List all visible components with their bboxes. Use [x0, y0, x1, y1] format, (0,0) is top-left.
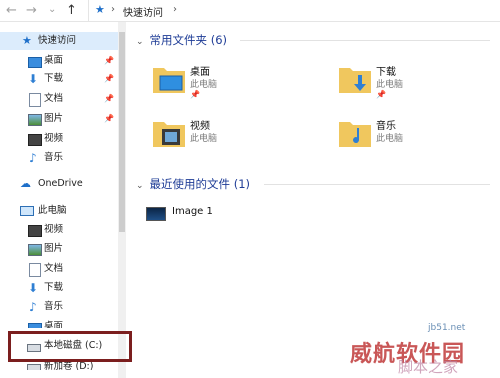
sidebar-item-videos[interactable]: 视频: [0, 130, 118, 148]
pictures-icon: [28, 244, 42, 256]
sidebar-item-label: 图片: [44, 243, 64, 254]
sidebar-item-label: 视频: [44, 224, 64, 235]
folder-tile-desktop[interactable]: 桌面 此电脑 📌: [152, 60, 302, 104]
drive-icon: [27, 364, 41, 370]
sidebar-item-downloads[interactable]: ⬇ 下载 📌: [0, 70, 118, 88]
scrollbar-thumb[interactable]: [119, 32, 125, 232]
folder-name: 视频: [190, 121, 210, 132]
pin-icon: 📌: [104, 74, 114, 83]
chevron-down-icon: ⌄: [136, 181, 144, 191]
desktop-icon: [28, 323, 42, 328]
divider: [264, 184, 490, 185]
download-arrow-icon: ⬇: [28, 72, 39, 86]
recent-file-name: Image 1: [172, 206, 213, 217]
group-title: 常用文件夹 (6): [149, 33, 227, 47]
sidebar-item-label: OneDrive: [38, 178, 83, 189]
breadcrumb-quick-access[interactable]: 快速访问: [123, 4, 163, 19]
recent-files-header[interactable]: ⌄ 最近使用的文件 (1): [136, 176, 490, 192]
image-thumbnail-icon: [146, 207, 166, 221]
sidebar-item-label: 音乐: [44, 301, 64, 312]
folder-location: 此电脑: [376, 80, 404, 90]
breadcrumb-separator[interactable]: ›: [111, 4, 115, 15]
divider: [240, 40, 490, 41]
address-bar[interactable]: ★ › 快速访问 ›: [88, 0, 500, 21]
sidebar-item-label: 桌面: [44, 321, 64, 328]
cloud-icon: ☁: [20, 177, 31, 190]
folder-tile-videos[interactable]: 视频 此电脑: [152, 114, 302, 158]
pin-icon: 📌: [104, 114, 114, 123]
sidebar-item-label: 文档: [44, 93, 64, 104]
sidebar-item-pc-downloads[interactable]: ⬇ 下载: [0, 279, 118, 297]
folder-name: 下载: [376, 67, 396, 78]
group-title: 最近使用的文件 (1): [149, 177, 250, 191]
folder-location: 此电脑: [190, 80, 218, 90]
star-icon: ★: [22, 34, 32, 47]
music-note-icon: ♪: [29, 151, 37, 165]
video-icon: [28, 134, 42, 146]
pin-icon: 📌: [104, 56, 114, 65]
sidebar-item-onedrive[interactable]: ☁ OneDrive: [0, 175, 118, 193]
pictures-icon: [28, 114, 42, 126]
document-icon: [29, 263, 41, 277]
video-icon: [28, 225, 42, 237]
watermark-url: jb51.net: [428, 323, 466, 333]
breadcrumb-separator[interactable]: ›: [173, 4, 177, 15]
desktop-folder-icon: [153, 68, 185, 93]
chevron-down-icon: ⌄: [136, 37, 144, 47]
sidebar-item-this-pc[interactable]: 此电脑: [0, 202, 118, 220]
sidebar-item-pc-pictures[interactable]: 图片: [0, 240, 118, 258]
folder-tile-music[interactable]: 音乐 此电脑: [338, 114, 488, 158]
sidebar-item-music[interactable]: ♪ 音乐: [0, 149, 118, 167]
sidebar-item-label: 下载: [44, 282, 64, 293]
folder-tile-downloads[interactable]: 下载 此电脑 📌: [338, 60, 488, 104]
sidebar-item-pc-documents[interactable]: 文档: [0, 260, 118, 278]
quick-access-star-icon: ★: [95, 3, 105, 16]
sidebar-item-desktop[interactable]: 桌面 📌: [0, 52, 118, 70]
sidebar-item-label: 音乐: [44, 152, 64, 163]
highlight-box: [8, 331, 132, 362]
folder-name: 桌面: [190, 67, 210, 78]
sidebar-item-label: 此电脑: [38, 205, 67, 216]
pin-icon: 📌: [104, 94, 114, 103]
folder-location: 此电脑: [376, 134, 404, 144]
sidebar-item-label: 下载: [44, 73, 64, 84]
sidebar-item-pc-music[interactable]: ♪ 音乐: [0, 298, 118, 316]
sidebar-item-pc-desktop[interactable]: 桌面: [0, 318, 118, 328]
watermark-site: 脚本之家: [398, 358, 459, 376]
recent-locations-button[interactable]: ⌄: [48, 2, 56, 18]
forward-button[interactable]: →: [26, 3, 37, 19]
downloads-folder-icon: [339, 68, 371, 93]
music-note-icon: ♪: [29, 300, 37, 314]
download-arrow-icon: ⬇: [28, 281, 39, 295]
sidebar-item-documents[interactable]: 文档 📌: [0, 90, 118, 108]
address-toolbar: ← → ⌄ ↑ ★ › 快速访问 ›: [0, 0, 500, 22]
sidebar-scrollbar[interactable]: [118, 22, 126, 378]
navigation-pane: ★ 快速访问 桌面 📌 ⬇ 下载 📌 文档 📌 图片 📌 视频 ♪ 音乐 ☁ O…: [0, 22, 126, 378]
sidebar-item-label: 视频: [44, 133, 64, 144]
sidebar-item-quick-access[interactable]: ★ 快速访问: [0, 32, 118, 50]
folder-location: 此电脑: [190, 134, 218, 144]
up-button[interactable]: ↑: [66, 3, 77, 19]
pin-icon: 📌: [376, 90, 386, 99]
sidebar-item-pictures[interactable]: 图片 📌: [0, 110, 118, 128]
videos-folder-icon: [153, 122, 185, 147]
music-folder-icon: [339, 122, 371, 147]
recent-file-item[interactable]: Image 1: [146, 204, 326, 224]
pin-icon: 📌: [190, 90, 200, 99]
frequent-folders-header[interactable]: ⌄ 常用文件夹 (6): [136, 32, 490, 48]
desktop-icon: [28, 57, 42, 68]
sidebar-item-pc-videos[interactable]: 视频: [0, 221, 118, 239]
sidebar-item-label: 桌面: [44, 55, 64, 66]
sidebar-item-label: 快速访问: [38, 35, 77, 46]
computer-icon: [20, 206, 34, 216]
folder-name: 音乐: [376, 121, 396, 132]
back-button[interactable]: ←: [6, 3, 17, 19]
sidebar-item-label: 文档: [44, 263, 64, 274]
sidebar-item-label: 图片: [44, 113, 64, 124]
document-icon: [29, 93, 41, 107]
